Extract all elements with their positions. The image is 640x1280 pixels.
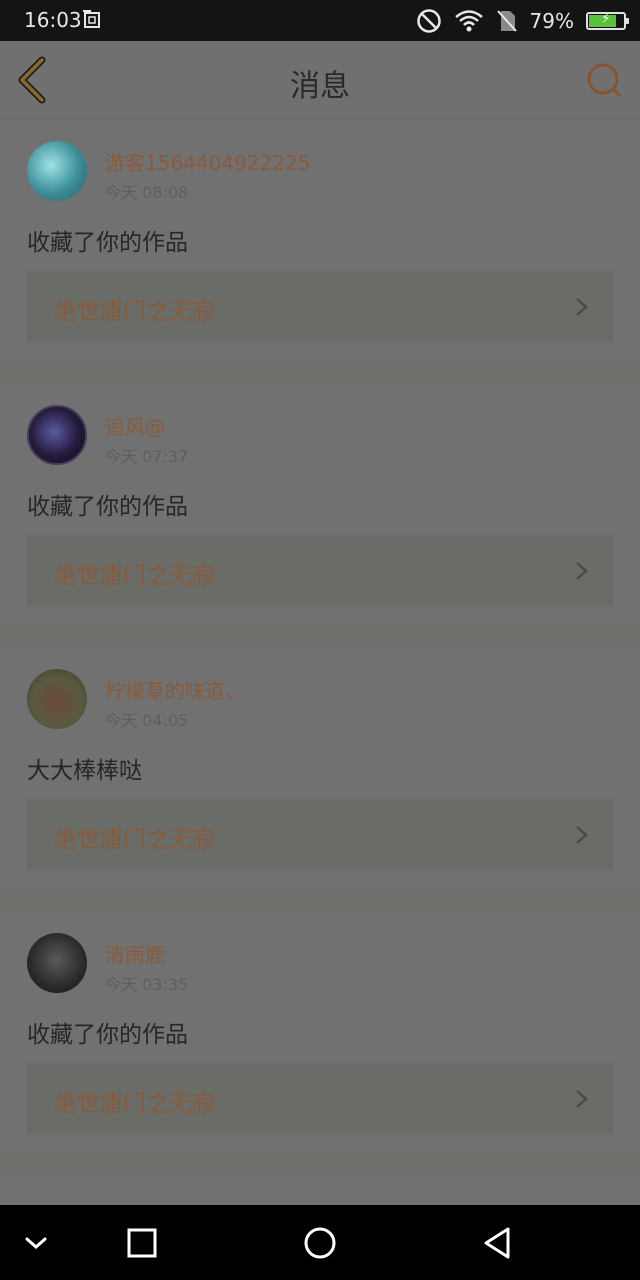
message-text: 收藏了你的作品: [27, 494, 188, 520]
home-icon[interactable]: [302, 1225, 338, 1261]
battery-charging-icon: ⚡: [586, 11, 629, 30]
work-link[interactable]: 绝世唐门之无寂: [27, 535, 613, 607]
username[interactable]: 柠檬草的味道、: [105, 675, 245, 704]
search-icon[interactable]: [584, 60, 624, 100]
recents-icon[interactable]: [124, 1225, 160, 1261]
back-icon[interactable]: [480, 1225, 516, 1261]
message-time: 今天 07:37: [105, 447, 189, 466]
avatar[interactable]: [27, 141, 87, 201]
message-text: 收藏了你的作品: [27, 1022, 188, 1048]
message-card: 追风@ 今天 07:37 收藏了你的作品 绝世唐门之无寂: [0, 383, 640, 625]
navigation-bar: [0, 1205, 640, 1280]
message-time: 今天 04:05: [105, 711, 189, 730]
chevron-right-icon: [576, 1090, 588, 1108]
status-bar: 16:03 79% ⚡: [0, 0, 640, 41]
avatar[interactable]: [27, 933, 87, 993]
page-title: 消息: [290, 69, 350, 104]
chevron-right-icon: [576, 298, 588, 316]
message-text: 大大棒棒哒: [27, 758, 142, 784]
chevron-right-icon: [576, 826, 588, 844]
work-link[interactable]: 绝世唐门之无寂: [27, 271, 613, 343]
wifi-icon: [454, 10, 483, 32]
message-list: 游客1564404922225 今天 08:08 收藏了你的作品 绝世唐门之无寂…: [0, 119, 640, 1235]
charging-bolt-icon: ⚡: [601, 11, 611, 27]
work-link[interactable]: 绝世唐门之无寂: [27, 1063, 613, 1135]
status-time: 16:03: [24, 8, 82, 32]
screenshot-notification-icon: [83, 10, 100, 28]
work-link[interactable]: 绝世唐门之无寂: [27, 799, 613, 871]
message-card: 柠檬草的味道、 今天 04:05 大大棒棒哒 绝世唐门之无寂: [0, 647, 640, 889]
chevron-right-icon: [576, 562, 588, 580]
app-header: 消息: [0, 41, 640, 119]
username[interactable]: 追风@: [105, 411, 165, 440]
message-time: 今天 03:35: [105, 975, 189, 994]
work-title: 绝世唐门之无寂: [54, 563, 215, 589]
message-card: 游客1564404922225 今天 08:08 收藏了你的作品 绝世唐门之无寂: [0, 119, 640, 361]
username[interactable]: 游客1564404922225: [105, 147, 310, 176]
message-time: 今天 08:08: [105, 183, 189, 202]
avatar[interactable]: [27, 405, 87, 465]
battery-percent: 79%: [529, 9, 574, 33]
username[interactable]: 清雨鹿: [105, 939, 165, 968]
message-text: 收藏了你的作品: [27, 230, 188, 256]
do-not-disturb-icon: [416, 9, 441, 33]
message-card: 清雨鹿 今天 03:35 收藏了你的作品 绝世唐门之无寂: [0, 911, 640, 1153]
work-title: 绝世唐门之无寂: [54, 299, 215, 325]
work-title: 绝世唐门之无寂: [54, 1091, 215, 1117]
no-sim-icon: [496, 10, 517, 32]
work-title: 绝世唐门之无寂: [54, 827, 215, 853]
avatar[interactable]: [27, 669, 87, 729]
collapse-icon[interactable]: [18, 1225, 54, 1261]
